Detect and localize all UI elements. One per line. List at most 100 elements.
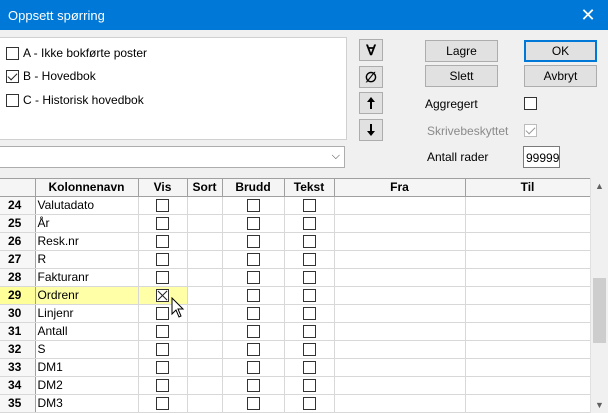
move-up-button[interactable] [359,92,383,114]
row-vis-cell[interactable] [138,232,188,251]
row-to-cell[interactable] [465,340,591,359]
row-tekst-checkbox[interactable] [302,199,316,213]
row-brudd-cell[interactable] [222,268,285,287]
row-vis-checkbox[interactable] [156,271,169,285]
row-brudd-cell[interactable] [222,322,285,341]
col-header-name[interactable]: Kolonnenavn [35,179,139,197]
row-column-name[interactable]: År [35,214,139,233]
row-from-cell[interactable] [334,322,466,341]
row-sort-cell[interactable] [187,286,223,305]
row-sort-cell[interactable] [187,340,223,359]
table-row[interactable]: 27 R [0,250,591,269]
row-brudd-checkbox[interactable] [246,235,260,249]
row-brudd-cell[interactable] [222,250,285,269]
row-sort-cell[interactable] [187,376,223,395]
row-from-cell[interactable] [334,304,466,323]
row-brudd-cell[interactable] [222,340,285,359]
row-sort-cell[interactable] [187,232,223,251]
col-header-from[interactable]: Fra [334,179,466,197]
row-brudd-cell[interactable] [222,358,285,377]
row-column-name[interactable]: Valutadato [35,196,139,215]
row-vis-cell[interactable] [138,214,188,233]
filter-all-button[interactable]: ∀ [359,39,383,61]
col-header-text[interactable]: Tekst [284,179,335,197]
row-tekst-checkbox[interactable] [302,397,316,411]
source-item-c[interactable]: C - Historisk hovedbok [6,93,144,107]
row-brudd-cell[interactable] [222,376,285,395]
row-tekst-cell[interactable] [284,286,335,305]
row-tekst-checkbox[interactable] [302,307,316,321]
row-to-cell[interactable] [465,250,591,269]
row-from-cell[interactable] [334,376,466,395]
table-row[interactable]: 33 DM1 [0,358,591,377]
row-from-cell[interactable] [334,340,466,359]
scroll-thumb[interactable] [593,278,606,343]
table-row[interactable]: 32 S [0,340,591,359]
row-brudd-checkbox[interactable] [246,325,260,339]
row-vis-cell[interactable] [138,196,188,215]
table-row[interactable]: 26 Resk.nr [0,232,591,251]
row-column-name[interactable]: Fakturanr [35,268,139,287]
row-vis-cell[interactable] [138,340,188,359]
row-vis-checkbox[interactable] [156,289,169,303]
row-to-cell[interactable] [465,214,591,233]
delete-button[interactable]: Slett [425,65,498,87]
source-item-a[interactable]: A - Ikke bokførte poster [6,46,147,60]
row-tekst-cell[interactable] [284,232,335,251]
ok-button[interactable]: OK [524,40,597,62]
row-vis-cell[interactable] [138,394,188,413]
col-header-show[interactable]: Vis [138,179,188,197]
chevron-down-icon[interactable]: ⌵ [332,150,340,163]
row-from-cell[interactable] [334,286,466,305]
row-tekst-cell[interactable] [284,250,335,269]
col-header-break[interactable]: Brudd [222,179,285,197]
row-tekst-checkbox[interactable] [302,343,316,357]
row-tekst-cell[interactable] [284,304,335,323]
scroll-down-icon[interactable]: ▼ [595,400,604,410]
row-column-name[interactable]: DM1 [35,358,139,377]
source-a-checkbox[interactable] [6,46,19,60]
row-column-name[interactable]: Linjenr [35,304,139,323]
row-tekst-checkbox[interactable] [302,271,316,285]
row-brudd-checkbox[interactable] [246,217,260,231]
row-tekst-cell[interactable] [284,358,335,377]
row-column-name[interactable]: S [35,340,139,359]
row-tekst-cell[interactable] [284,268,335,287]
source-b-checkbox[interactable] [6,69,19,83]
row-vis-cell[interactable] [138,322,188,341]
row-brudd-checkbox[interactable] [246,271,260,285]
move-down-button[interactable] [359,119,383,141]
row-brudd-cell[interactable] [222,232,285,251]
vertical-scrollbar[interactable]: ▲ ▼ [590,178,608,413]
scroll-up-icon[interactable]: ▲ [595,181,604,191]
row-to-cell[interactable] [465,232,591,251]
source-c-checkbox[interactable] [6,93,19,107]
row-vis-checkbox[interactable] [156,253,169,267]
row-tekst-checkbox[interactable] [302,379,316,393]
row-to-cell[interactable] [465,394,591,413]
row-sort-cell[interactable] [187,196,223,215]
row-tekst-checkbox[interactable] [302,289,316,303]
row-tekst-cell[interactable] [284,376,335,395]
row-tekst-checkbox[interactable] [302,325,316,339]
row-tekst-cell[interactable] [284,322,335,341]
row-to-cell[interactable] [465,304,591,323]
cancel-button[interactable]: Avbryt [524,65,597,87]
table-row[interactable]: 25 År [0,214,591,233]
row-tekst-cell[interactable] [284,214,335,233]
table-row[interactable]: 29 Ordrenr [0,286,591,305]
row-brudd-checkbox[interactable] [246,343,260,357]
row-vis-checkbox[interactable] [156,397,169,411]
table-row[interactable]: 24 Valutadato [0,196,591,215]
table-row[interactable]: 28 Fakturanr [0,268,591,287]
row-brudd-checkbox[interactable] [246,361,260,375]
row-from-cell[interactable] [334,250,466,269]
table-row[interactable]: 31 Antall [0,322,591,341]
row-brudd-checkbox[interactable] [246,289,260,303]
row-brudd-checkbox[interactable] [246,307,260,321]
row-to-cell[interactable] [465,268,591,287]
row-vis-cell[interactable] [138,358,188,377]
row-tekst-checkbox[interactable] [302,361,316,375]
row-from-cell[interactable] [334,394,466,413]
row-vis-checkbox[interactable] [156,199,169,213]
